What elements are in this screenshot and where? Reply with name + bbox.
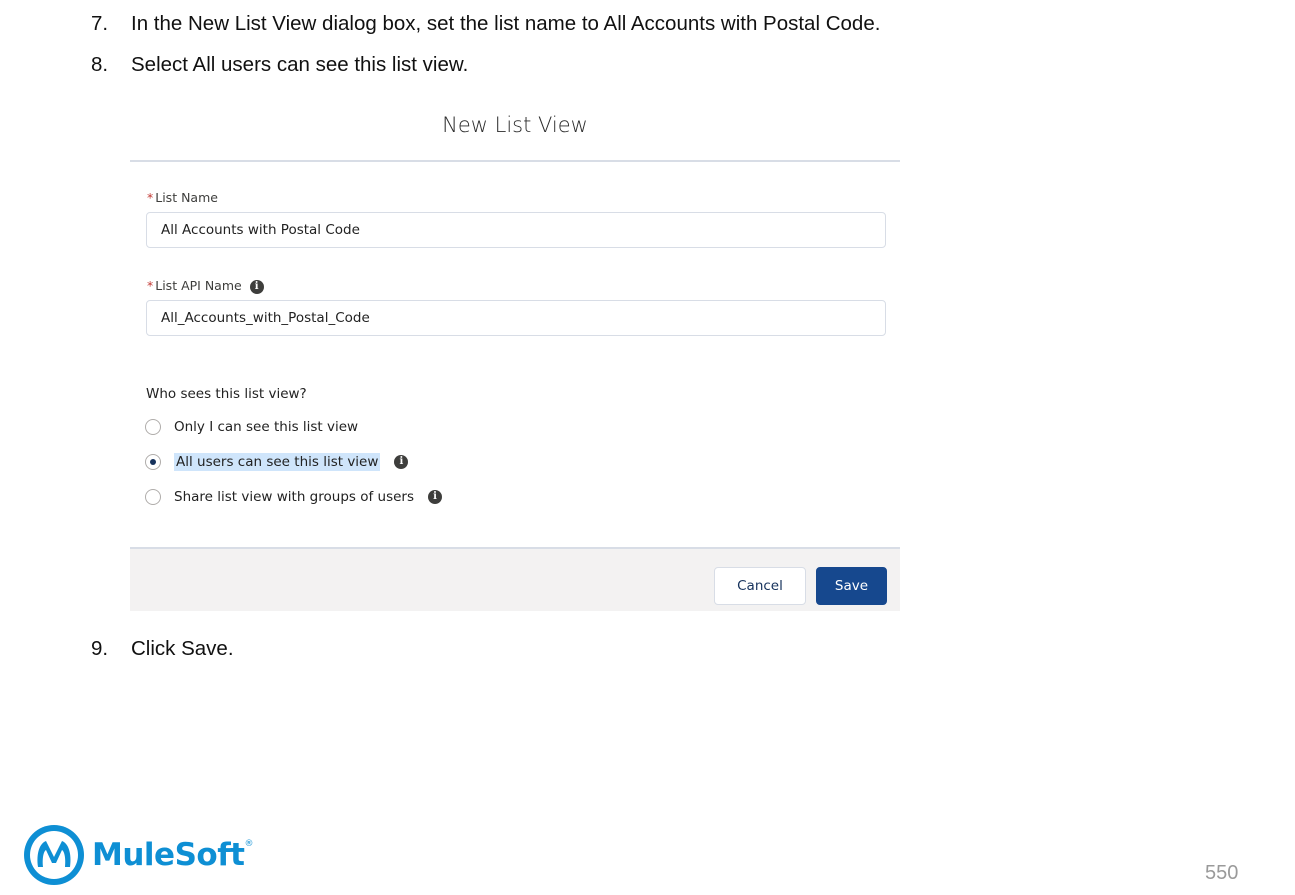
instruction-step-9: 9. Click Save. [91,637,234,661]
radio-label: Share list view with groups of users [174,489,414,505]
required-indicator: * [147,278,154,293]
page-number: 550 [1205,862,1239,884]
dialog-footer: Cancel Save [130,547,900,611]
radio-button[interactable] [145,419,161,435]
radio-label: Only I can see this list view [174,419,359,435]
info-icon[interactable]: i [428,490,442,504]
new-list-view-dialog: New List View * List Name All Accounts wi… [130,100,900,611]
mulesoft-logo-icon [24,825,84,885]
radio-option-share-groups[interactable]: Share list view with groups of users i [145,486,442,508]
instruction-step-7: 7. In the New List View dialog box, set t… [91,12,880,36]
radio-option-all-users[interactable]: All users can see this list view i [145,451,409,473]
info-icon[interactable]: i [394,455,409,469]
dialog-header: New List View [130,100,900,162]
mulesoft-logo: MuleSoft ® [22,823,254,887]
step-text: Click Save. [131,637,234,660]
save-button[interactable]: Save [816,567,887,605]
step-text: In the New List View dialog box, set the… [131,12,881,35]
step-number: 8. [91,53,109,76]
step-number: 9. [91,637,109,660]
radio-option-only-me[interactable]: Only I can see this list view [145,416,358,438]
instruction-step-8: 8. Select All users can see this list vie… [91,53,468,77]
cancel-button[interactable]: Cancel [714,567,806,605]
list-api-name-label: * List API Name i [147,278,264,294]
info-icon[interactable]: i [249,279,264,294]
list-api-name-input[interactable]: All_Accounts_with_Postal_Code [146,300,886,336]
list-name-label-text: List Name [155,190,218,205]
step-text: Select All users can see this list view. [131,53,469,76]
radio-button-selected[interactable] [145,454,161,470]
mulesoft-logo-text: MuleSoft [92,837,245,873]
radio-label: All users can see this list view [174,453,381,471]
radio-button[interactable] [145,489,161,505]
step-number: 7. [91,12,109,35]
required-indicator: * [147,190,154,205]
list-name-input[interactable]: All Accounts with Postal Code [146,212,886,248]
visibility-question: Who sees this list view? [146,386,307,402]
dialog-title: New List View [442,113,588,137]
registered-mark: ® [244,839,254,849]
list-api-name-label-text: List API Name [155,278,242,293]
list-name-label: * List Name [147,190,218,205]
